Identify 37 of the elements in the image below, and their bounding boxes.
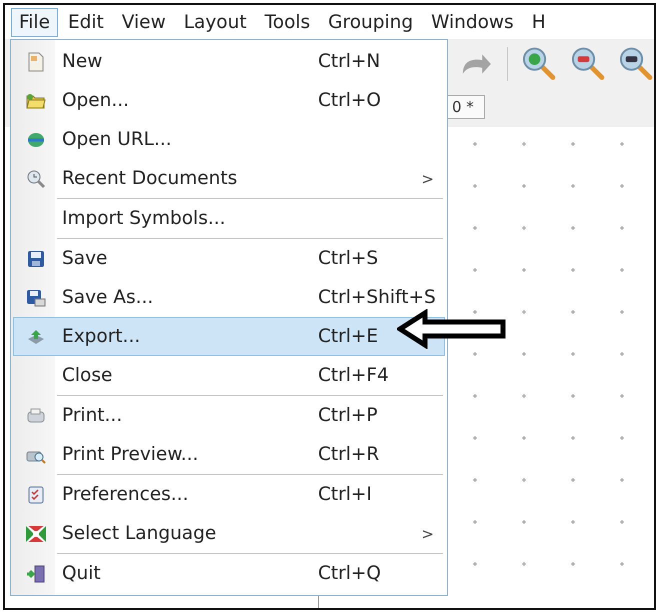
clock-icon [26,168,46,188]
submenu-arrow: > [421,524,434,542]
menu-item[interactable]: Save Ctrl+S [13,239,445,278]
menu-item[interactable]: Select Language > [13,514,445,553]
export-icon [27,328,45,346]
menu-bar-item[interactable]: Tools [256,8,318,36]
menu-item[interactable]: Close Ctrl+F4 [13,356,445,395]
menu-bar-item[interactable]: Windows [423,8,522,36]
menu-item[interactable]: Open... Ctrl+O [13,81,445,120]
document-tab[interactable]: 0 * [445,95,485,119]
menu-item[interactable]: Quit Ctrl+Q [13,554,445,593]
checklist-icon [27,486,45,504]
menu-bar-item[interactable]: H [524,8,554,36]
menu-bar-item[interactable]: Edit [60,8,112,36]
menu-item[interactable]: Print... Ctrl+P [13,396,445,435]
menu-item[interactable]: Print Preview... Ctrl+R [13,435,445,474]
document-icon [27,52,45,72]
floppy-disk-icon [26,288,46,306]
menu-bar-item[interactable]: Grouping [320,8,422,36]
menu-item[interactable]: Preferences... Ctrl+I [13,475,445,514]
menu-item[interactable]: Open URL... [13,120,445,159]
menu-bar-item[interactable]: Layout [176,8,255,36]
exit-door-icon [26,564,46,582]
zoom-actual-size-icon[interactable] [619,46,654,82]
menu-item[interactable]: Recent Documents > [13,159,445,198]
printer-icon [26,406,46,424]
folder-icon [26,92,46,110]
zoom-out-icon[interactable] [570,46,606,82]
submenu-arrow: > [421,170,434,188]
menu-item[interactable]: Export... Ctrl+E [13,317,445,356]
menu-item[interactable]: Import Symbols... [13,199,445,238]
menu-bar-item[interactable]: File [11,8,58,36]
menu-item[interactable]: Save As... Ctrl+Shift+S [13,278,445,317]
globe-icon [27,132,45,148]
menu-bar-item[interactable]: View [114,8,174,36]
flag-icon [26,526,46,542]
zoom-in-icon[interactable] [522,46,557,82]
